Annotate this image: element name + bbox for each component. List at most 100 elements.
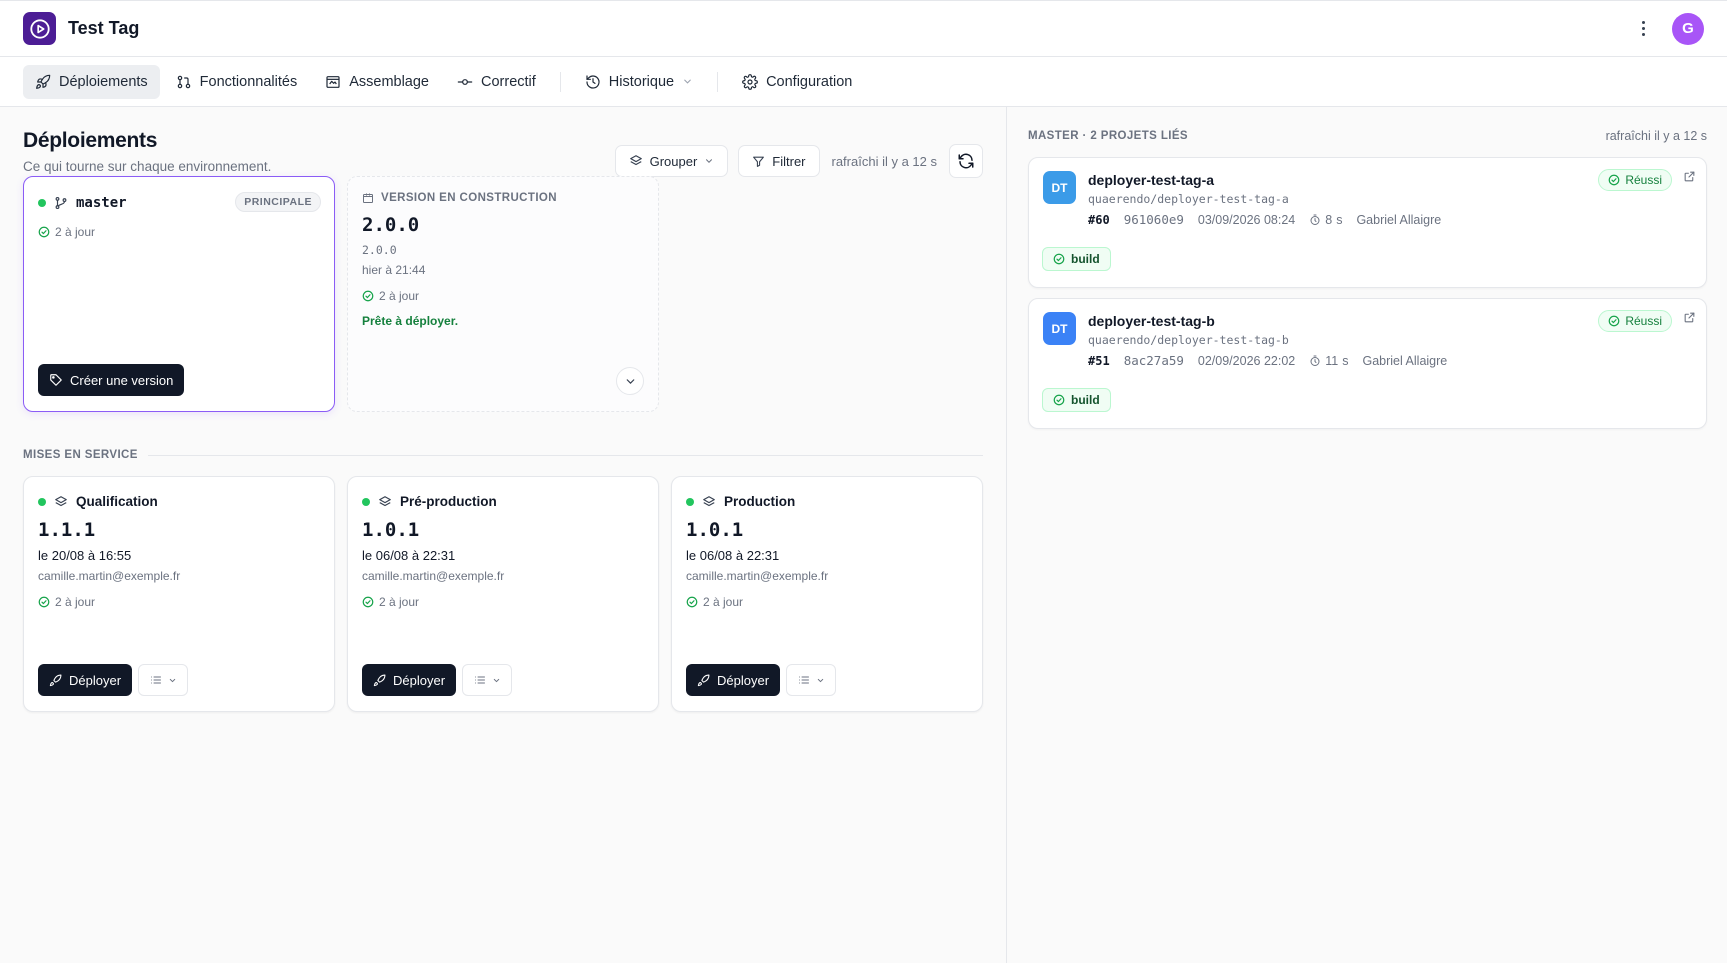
- tab-label: Configuration: [766, 73, 853, 90]
- env-options-button[interactable]: [786, 664, 837, 696]
- duration-unit: s: [1342, 353, 1349, 368]
- project-name[interactable]: deployer-test-tag-a: [1088, 172, 1214, 188]
- filter-label: Filtrer: [772, 153, 806, 169]
- tab-assemblage[interactable]: Assemblage: [313, 65, 441, 99]
- check-circle-icon: [362, 290, 374, 302]
- layers-icon: [379, 495, 391, 506]
- project-card[interactable]: DT deployer-test-tag-b quaerendo/deploye…: [1028, 298, 1707, 429]
- toolbar: Grouper Filtrer rafraîchi il y a 12 s: [614, 144, 983, 178]
- check-circle-icon: [1053, 253, 1065, 265]
- tab-label: Correctif: [481, 73, 536, 90]
- tab-label: Historique: [608, 73, 675, 90]
- build-version: 2.0.0: [362, 214, 420, 236]
- project-avatar: DT: [1043, 312, 1076, 345]
- env-version: 1.0.1: [686, 519, 744, 541]
- group-button[interactable]: Grouper: [614, 145, 729, 177]
- env-options-button[interactable]: [138, 664, 189, 696]
- env-user: camille.martin@exemple.fr: [362, 569, 505, 583]
- tab-label: Assemblage: [349, 73, 429, 90]
- env-sync-text: 2 à jour: [703, 595, 744, 609]
- tab-historique[interactable]: Historique: [573, 65, 705, 99]
- side-header: MASTER · 2 PROJETS LIÉS: [1028, 130, 1189, 142]
- deploy-button[interactable]: Déployer: [686, 664, 781, 696]
- rocket-icon: [373, 674, 386, 686]
- tab-deploiements[interactable]: Déploiements: [23, 64, 160, 99]
- tab-correctif[interactable]: Correctif: [445, 65, 548, 99]
- pipeline-date: 03/09/2026 08:24: [1197, 212, 1296, 227]
- env-version: 1.1.1: [38, 519, 96, 541]
- build-sync-status: 2 à jour: [362, 289, 419, 303]
- more-menu-icon[interactable]: [1634, 17, 1652, 41]
- timer-icon: [1310, 355, 1320, 366]
- env-name: Qualification: [76, 494, 158, 509]
- env-options-button[interactable]: [462, 664, 513, 696]
- job-name: build: [1071, 393, 1100, 407]
- pipeline-duration: 8 s: [1309, 213, 1342, 227]
- assembly-icon: [326, 75, 340, 88]
- env-sync-text: 2 à jour: [379, 595, 420, 609]
- filter-button[interactable]: Filtrer: [738, 145, 820, 177]
- status-dot: [38, 199, 46, 207]
- refresh-button[interactable]: [949, 144, 983, 178]
- env-date: le 06/08 à 22:31: [362, 548, 456, 563]
- env-card-production: Production 1.0.1 le 06/08 à 22:31 camill…: [671, 476, 983, 712]
- tab-configuration[interactable]: Configuration: [730, 65, 864, 99]
- user-avatar[interactable]: G: [1672, 12, 1704, 45]
- check-circle-icon: [38, 596, 50, 608]
- branch-card[interactable]: master PRINCIPALE 2 à jour Créer une ver…: [23, 176, 335, 412]
- external-link-icon[interactable]: [1683, 311, 1696, 327]
- principal-badge: PRINCIPALE: [235, 192, 321, 212]
- deploy-button[interactable]: Déployer: [38, 664, 133, 696]
- tag-icon: [50, 374, 62, 386]
- list-icon: [474, 676, 485, 684]
- group-label: Grouper: [649, 153, 698, 169]
- nav-divider: [717, 71, 719, 92]
- create-version-label: Créer une version: [70, 372, 174, 388]
- duration-unit: s: [1336, 212, 1343, 227]
- env-sync-text: 2 à jour: [55, 595, 96, 609]
- side-refresh-timestamp: rafraîchi il y a 12 s: [1605, 129, 1707, 143]
- status-badge: Réussi: [1598, 310, 1672, 332]
- rocket-icon: [36, 74, 51, 89]
- project-path: quaerendo/deployer-test-tag-b: [1088, 333, 1289, 347]
- build-version-small: 2.0.0: [362, 243, 397, 257]
- status-dot: [686, 497, 694, 506]
- rocket-icon: [49, 674, 62, 686]
- git-branch-icon: [55, 196, 67, 210]
- layers-icon: [629, 155, 642, 166]
- check-circle-icon: [1608, 174, 1620, 186]
- git-pull-request-icon: [177, 75, 190, 88]
- branch-name: master: [76, 195, 127, 211]
- env-user: camille.martin@exemple.fr: [38, 569, 181, 583]
- env-sync-status: 2 à jour: [362, 595, 419, 609]
- check-circle-icon: [38, 226, 50, 238]
- project-name[interactable]: deployer-test-tag-b: [1088, 313, 1215, 329]
- deploy-label: Déployer: [717, 672, 770, 688]
- project-avatar: DT: [1043, 171, 1076, 204]
- job-badge[interactable]: build: [1042, 388, 1111, 412]
- main-nav: Déploiements Fonctionnalités Assemblage …: [0, 57, 1727, 107]
- status-dot: [38, 497, 46, 506]
- job-badge[interactable]: build: [1042, 247, 1111, 271]
- rocket-icon: [697, 674, 710, 686]
- app-logo-icon[interactable]: [23, 12, 56, 45]
- project-card[interactable]: DT deployer-test-tag-a quaerendo/deploye…: [1028, 157, 1707, 288]
- create-version-button[interactable]: Créer une version: [38, 364, 185, 396]
- chevron-down-icon: [684, 79, 691, 84]
- expand-button[interactable]: [616, 367, 644, 395]
- job-name: build: [1071, 252, 1100, 266]
- duration-value: 11: [1325, 353, 1339, 368]
- pipeline-date: 02/09/2026 22:02: [1197, 353, 1296, 368]
- check-circle-icon: [362, 596, 374, 608]
- external-link-icon[interactable]: [1683, 170, 1696, 186]
- env-name: Pré-production: [400, 494, 497, 509]
- deploy-label: Déployer: [393, 672, 446, 688]
- env-sync-status: 2 à jour: [38, 595, 95, 609]
- deploy-button[interactable]: Déployer: [362, 664, 457, 696]
- filter-icon: [753, 156, 765, 167]
- status-text: Réussi: [1625, 173, 1662, 187]
- gear-icon: [742, 73, 758, 90]
- tab-label: Déploiements: [59, 73, 148, 90]
- tab-fonctionnalites[interactable]: Fonctionnalités: [164, 65, 310, 99]
- env-version: 1.0.1: [362, 519, 420, 541]
